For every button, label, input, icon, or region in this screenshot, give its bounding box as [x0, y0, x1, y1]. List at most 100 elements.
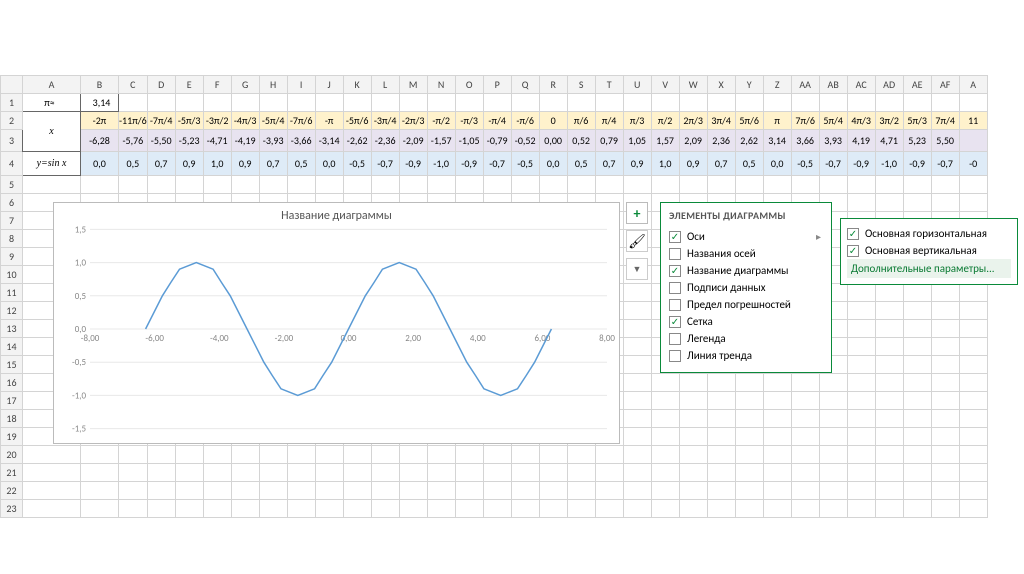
cell[interactable] — [679, 410, 707, 428]
cell[interactable] — [511, 500, 539, 518]
x-val-cell[interactable]: 0,79 — [595, 130, 623, 152]
cell[interactable] — [903, 338, 931, 356]
x-val-cell[interactable]: 4,19 — [847, 130, 875, 152]
panel-item-0[interactable]: ✓ Оси ▸ — [669, 228, 823, 245]
col-header[interactable]: AB — [819, 76, 847, 94]
cell[interactable] — [23, 446, 81, 464]
cell[interactable] — [791, 392, 819, 410]
cell[interactable] — [875, 428, 903, 446]
cell[interactable] — [175, 464, 203, 482]
row-header[interactable]: 10 — [1, 266, 23, 284]
y-val-cell[interactable]: 0,0 — [315, 152, 343, 176]
cell[interactable] — [931, 356, 959, 374]
cell[interactable] — [595, 464, 623, 482]
col-header[interactable]: O — [455, 76, 483, 94]
col-header[interactable]: K — [343, 76, 371, 94]
x-tick-cell[interactable]: -2π/3 — [399, 112, 427, 130]
row-header[interactable]: 20 — [1, 446, 23, 464]
x-val-cell[interactable]: -1,05 — [455, 130, 483, 152]
cell[interactable] — [427, 482, 455, 500]
cell[interactable] — [819, 500, 847, 518]
x-val-cell[interactable]: 0,00 — [539, 130, 567, 152]
cell[interactable] — [707, 446, 735, 464]
cell[interactable] — [763, 410, 791, 428]
cell[interactable] — [399, 446, 427, 464]
col-header[interactable]: L — [371, 76, 399, 94]
cell[interactable] — [231, 464, 259, 482]
cell[interactable] — [735, 500, 763, 518]
cell[interactable] — [371, 94, 399, 112]
chart-container[interactable]: Название диаграммы -1,5-1,0-0,50,00,51,0… — [53, 202, 620, 444]
cell[interactable] — [259, 500, 287, 518]
cell[interactable] — [623, 500, 651, 518]
cell[interactable] — [903, 392, 931, 410]
x-tick-cell[interactable]: -4π/3 — [231, 112, 259, 130]
cell[interactable] — [903, 500, 931, 518]
cell[interactable] — [287, 482, 315, 500]
col-header[interactable]: H — [259, 76, 287, 94]
col-header[interactable]: U — [623, 76, 651, 94]
cell[interactable] — [875, 374, 903, 392]
cell[interactable] — [735, 94, 763, 112]
y-val-cell[interactable]: 0,7 — [595, 152, 623, 176]
cell[interactable] — [315, 446, 343, 464]
cell[interactable] — [567, 482, 595, 500]
cell[interactable] — [819, 94, 847, 112]
cell[interactable] — [567, 176, 595, 194]
checkbox-icon[interactable] — [669, 333, 681, 345]
cell[interactable] — [399, 500, 427, 518]
cell[interactable] — [679, 428, 707, 446]
row-header[interactable]: 22 — [1, 482, 23, 500]
cell[interactable] — [315, 482, 343, 500]
cell[interactable] — [847, 446, 875, 464]
cell[interactable] — [343, 482, 371, 500]
x-tick-cell[interactable]: 3π/2 — [875, 112, 903, 130]
cell[interactable] — [931, 464, 959, 482]
y-val-cell[interactable]: -0,7 — [483, 152, 511, 176]
cell[interactable] — [875, 356, 903, 374]
cell[interactable] — [651, 446, 679, 464]
cell[interactable] — [455, 482, 483, 500]
col-header[interactable]: Z — [763, 76, 791, 94]
cell[interactable] — [175, 176, 203, 194]
cell[interactable] — [147, 464, 175, 482]
y-val-cell[interactable]: -1,0 — [427, 152, 455, 176]
chart-styles-button[interactable]: 🖌 — [626, 230, 648, 252]
cell[interactable] — [455, 500, 483, 518]
cell[interactable] — [343, 464, 371, 482]
col-header[interactable]: AD — [875, 76, 903, 94]
cell[interactable] — [623, 410, 651, 428]
cell[interactable] — [539, 500, 567, 518]
cell[interactable] — [343, 94, 371, 112]
x-val-cell[interactable]: 0,52 — [567, 130, 595, 152]
cell[interactable] — [763, 464, 791, 482]
x-tick-cell[interactable]: -5π/3 — [175, 112, 203, 130]
cell[interactable] — [203, 464, 231, 482]
cell[interactable] — [343, 500, 371, 518]
cell[interactable] — [875, 94, 903, 112]
row-header[interactable]: 18 — [1, 410, 23, 428]
cell[interactable] — [119, 446, 148, 464]
select-all-corner[interactable] — [1, 76, 23, 94]
cell[interactable] — [707, 374, 735, 392]
cell[interactable] — [959, 338, 987, 356]
cell[interactable] — [931, 410, 959, 428]
cell[interactable] — [679, 500, 707, 518]
cell[interactable] — [959, 464, 987, 482]
cell[interactable] — [931, 302, 959, 320]
cell[interactable] — [931, 338, 959, 356]
cell[interactable] — [707, 464, 735, 482]
cell[interactable] — [119, 500, 148, 518]
cell[interactable] — [595, 500, 623, 518]
cell[interactable] — [483, 94, 511, 112]
col-header[interactable]: J — [315, 76, 343, 94]
cell[interactable] — [959, 284, 987, 302]
y-val-cell[interactable]: 0,7 — [259, 152, 287, 176]
cell[interactable] — [903, 302, 931, 320]
x-tick-cell[interactable]: 3π/4 — [707, 112, 735, 130]
cell[interactable] — [119, 482, 148, 500]
row-header[interactable]: 15 — [1, 356, 23, 374]
col-header[interactable]: M — [399, 76, 427, 94]
cell[interactable] — [147, 446, 175, 464]
cell[interactable] — [735, 482, 763, 500]
